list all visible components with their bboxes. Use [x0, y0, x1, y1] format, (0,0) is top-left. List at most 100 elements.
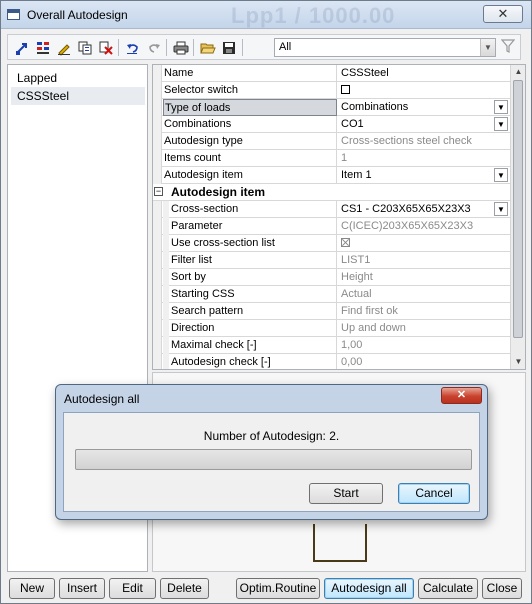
property-row-maximal-check[interactable]: Maximal check [-] 1,00 — [153, 337, 510, 354]
property-row-sort-by[interactable]: Sort by Height — [153, 269, 510, 286]
dialog-title: Autodesign all — [64, 392, 140, 406]
insert-button[interactable]: Insert — [59, 578, 105, 599]
new-button[interactable]: New — [9, 578, 55, 599]
autodesign-all-dialog: Autodesign all ✕ Number of Autodesign: 2… — [55, 384, 488, 520]
property-row-name[interactable]: Name CSSSteel — [153, 65, 510, 82]
property-row-direction[interactable]: Direction Up and down — [153, 320, 510, 337]
property-name: Selector switch — [163, 82, 337, 99]
property-name: Cross-section — [169, 201, 337, 218]
row-gutter — [153, 235, 162, 252]
progress-bar — [75, 449, 472, 470]
list-item[interactable]: Lapped — [11, 69, 145, 87]
property-value: C(ICEC)203X65X65X23X3 — [341, 220, 474, 232]
property-value: LIST1 — [341, 254, 371, 266]
calculate-button[interactable]: Calculate — [418, 578, 478, 599]
property-row-parameter[interactable]: Parameter C(ICEC)203X65X65X23X3 — [153, 218, 510, 235]
window-icon — [7, 9, 20, 20]
open-folder-icon[interactable] — [198, 38, 217, 57]
property-name: Autodesign check [-] — [169, 354, 337, 369]
grid-icon[interactable] — [33, 38, 52, 57]
property-row-filter-list[interactable]: Filter list LIST1 — [153, 252, 510, 269]
property-value[interactable] — [338, 235, 510, 252]
toolbar-separator — [193, 39, 194, 56]
close-button[interactable]: Close — [482, 578, 522, 599]
redo-icon[interactable] — [144, 38, 163, 57]
edit-pencil-icon[interactable] — [54, 38, 73, 57]
property-row-items-count[interactable]: Items count 1 — [153, 150, 510, 167]
scroll-down-icon[interactable]: ▼ — [511, 355, 525, 369]
row-gutter — [153, 303, 162, 320]
row-gutter — [153, 252, 162, 269]
property-grid-scrollbar[interactable]: ▲ ▼ — [510, 65, 525, 369]
chevron-down-icon[interactable]: ▼ — [480, 39, 495, 56]
scroll-up-icon[interactable]: ▲ — [511, 65, 525, 79]
group-label: Autodesign item — [171, 185, 266, 199]
autodesign-count-message: Number of Autodesign: 2. — [203, 429, 340, 443]
selector-switch-checkbox[interactable] — [341, 84, 350, 94]
filter-select-value: All — [279, 41, 292, 53]
property-row-combinations[interactable]: Combinations CO1 ▼ — [153, 116, 510, 133]
property-value[interactable]: CO1 ▼ — [338, 116, 510, 133]
dialog-close-button[interactable]: ✕ — [441, 387, 482, 404]
optim-routine-button[interactable]: Optim.Routine — [236, 578, 320, 599]
property-row-autodesign-check[interactable]: Autodesign check [-] 0,00 — [153, 354, 510, 369]
property-name: Parameter — [169, 218, 337, 235]
chevron-down-icon[interactable]: ▼ — [494, 117, 508, 131]
property-value[interactable]: Combinations ▼ — [338, 99, 510, 116]
row-gutter — [153, 133, 162, 150]
title-watermark: Lpp1 / 1000.00 — [231, 3, 396, 28]
scrollbar-thumb[interactable] — [513, 80, 523, 338]
property-name: Maximal check [-] — [169, 337, 337, 354]
collapse-icon[interactable]: − — [154, 187, 163, 196]
property-row-selector-switch[interactable]: Selector switch — [153, 82, 510, 99]
property-value: 0,00 — [341, 356, 363, 368]
property-row-use-cross-section-list[interactable]: Use cross-section list — [153, 235, 510, 252]
save-icon[interactable] — [219, 38, 238, 57]
chevron-down-icon[interactable]: ▼ — [494, 202, 508, 216]
property-value: Up and down — [341, 322, 406, 334]
chevron-down-icon[interactable]: ▼ — [494, 168, 508, 182]
property-name: Autodesign type — [163, 133, 337, 150]
property-row-search-pattern[interactable]: Search pattern Find first ok — [153, 303, 510, 320]
funnel-icon[interactable] — [500, 38, 516, 57]
edit-button[interactable]: Edit — [109, 578, 156, 599]
property-name: Sort by — [169, 269, 337, 286]
list-item[interactable]: CSSSteel — [11, 87, 145, 105]
row-gutter — [153, 269, 162, 286]
property-value[interactable]: CS1 - C203X65X65X23X3 ▼ — [338, 201, 510, 218]
chevron-down-icon[interactable]: ▼ — [494, 100, 508, 114]
autodesign-all-button[interactable]: Autodesign all — [324, 578, 414, 599]
property-row-starting-css[interactable]: Starting CSS Actual — [153, 286, 510, 303]
property-value: Height — [341, 271, 373, 283]
property-name: Use cross-section list — [169, 235, 337, 252]
row-gutter — [153, 99, 162, 116]
property-name: Name — [163, 65, 337, 82]
property-row-autodesign-item[interactable]: Autodesign item Item 1 ▼ — [153, 167, 510, 184]
undo-icon[interactable] — [123, 38, 142, 57]
property-name: Filter list — [169, 252, 337, 269]
property-value[interactable] — [338, 82, 510, 99]
filter-select[interactable]: All ▼ — [274, 38, 496, 57]
dialog-body: Number of Autodesign: 2. Start Cancel — [63, 412, 480, 512]
property-row-type-of-loads[interactable]: Type of loads Combinations ▼ — [153, 99, 510, 116]
autodesign-item-value: Item 1 — [341, 169, 372, 181]
combinations-value: CO1 — [341, 118, 364, 130]
print-icon[interactable] — [171, 38, 190, 57]
toolbar-separator — [166, 39, 167, 56]
pointer-tool-icon[interactable] — [12, 38, 31, 57]
property-value: Actual — [341, 288, 372, 300]
row-gutter — [153, 167, 162, 184]
property-value[interactable]: Item 1 ▼ — [338, 167, 510, 184]
delete-button[interactable]: Delete — [160, 578, 209, 599]
property-row-cross-section[interactable]: Cross-section CS1 - C203X65X65X23X3 ▼ — [153, 201, 510, 218]
property-name: Starting CSS — [169, 286, 337, 303]
property-row-autodesign-type[interactable]: Autodesign type Cross-sections steel che… — [153, 133, 510, 150]
start-button[interactable]: Start — [309, 483, 383, 504]
group-autodesign-item[interactable]: − Autodesign item — [153, 184, 510, 201]
cancel-button[interactable]: Cancel — [398, 483, 470, 504]
property-value[interactable]: CSSSteel — [338, 65, 510, 82]
use-cross-section-list-checkbox[interactable] — [341, 237, 350, 247]
copy-icon[interactable] — [75, 38, 94, 57]
delete-icon[interactable] — [96, 38, 115, 57]
window-close-button[interactable]: ✕ — [483, 5, 523, 23]
